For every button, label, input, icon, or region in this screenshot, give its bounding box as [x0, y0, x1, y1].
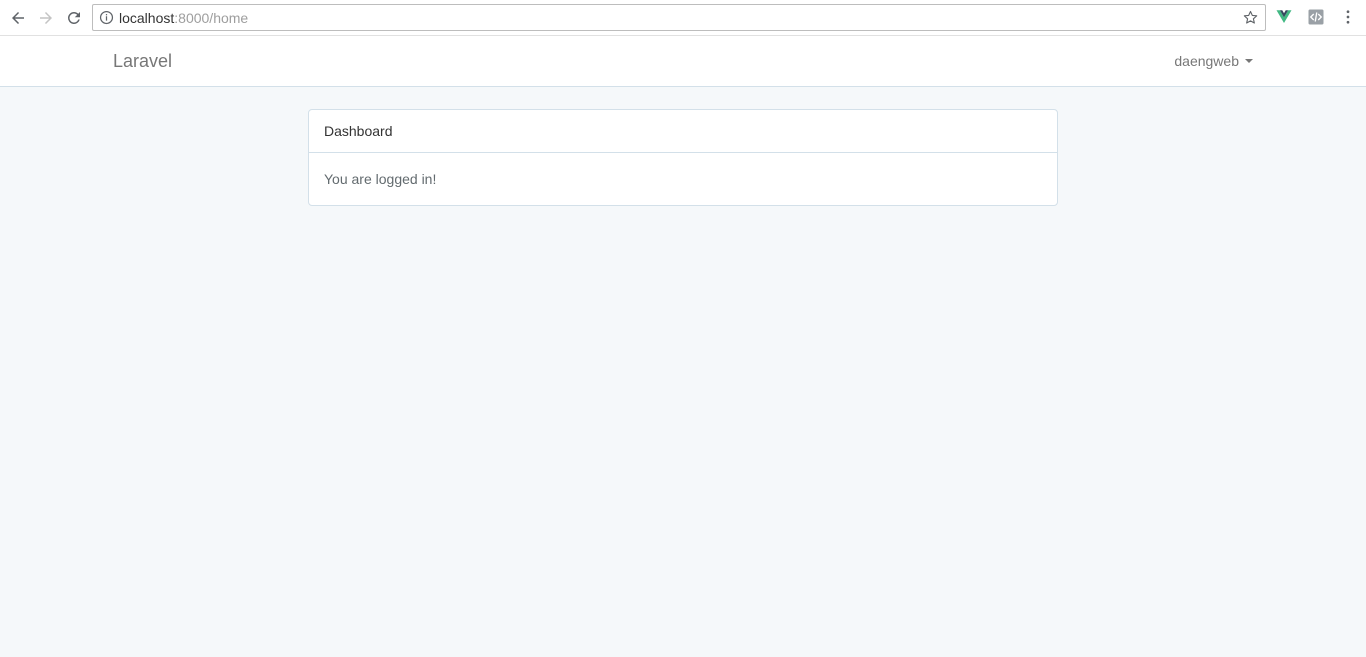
back-icon	[12, 12, 24, 24]
star-icon[interactable]	[1242, 9, 1259, 26]
address-bar[interactable]: localhost:8000/home	[92, 4, 1266, 31]
browser-toolbar: localhost:8000/home	[0, 0, 1366, 36]
caret-down-icon	[1245, 59, 1253, 63]
dashboard-panel: Dashboard You are logged in!	[308, 109, 1058, 206]
url-host: localhost	[119, 10, 175, 26]
extension-icon[interactable]	[1307, 8, 1325, 26]
vue-devtools-icon[interactable]	[1275, 8, 1293, 26]
info-icon[interactable]	[99, 10, 114, 25]
url-path: :8000/home	[174, 10, 249, 26]
reload-icon	[67, 11, 80, 24]
back-button[interactable]	[6, 6, 30, 30]
user-dropdown-toggle[interactable]: daengweb	[1174, 53, 1253, 69]
url-text: localhost:8000/home	[119, 10, 248, 26]
app-navbar: Laravel daengweb	[0, 36, 1366, 87]
forward-button[interactable]	[34, 6, 58, 30]
panel-body: You are logged in!	[324, 171, 437, 187]
brand-link[interactable]: Laravel	[113, 51, 172, 72]
reload-button[interactable]	[62, 6, 86, 30]
panel-heading: Dashboard	[309, 110, 1057, 153]
menu-dots-icon[interactable]	[1339, 8, 1357, 26]
user-name: daengweb	[1174, 53, 1239, 69]
forward-icon	[40, 12, 52, 24]
